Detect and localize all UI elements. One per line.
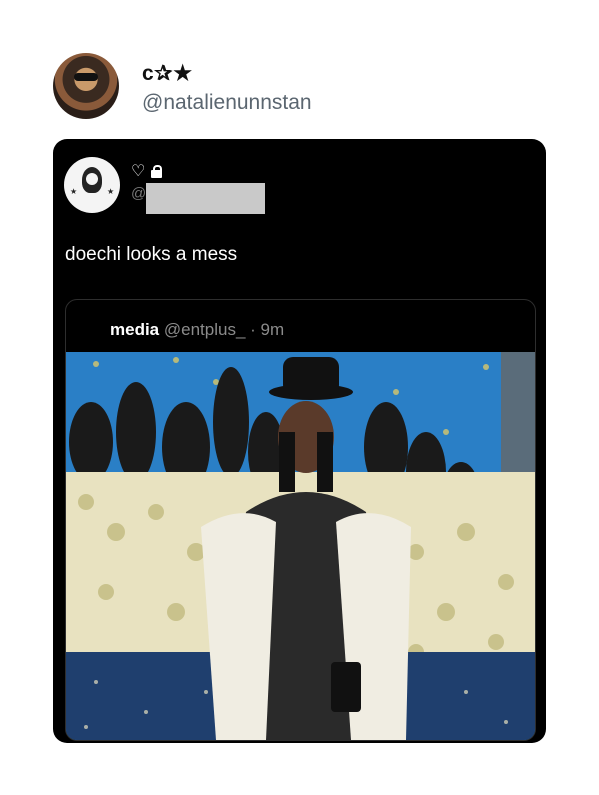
- lock-icon: [151, 165, 163, 178]
- embed-meta: media @entplus_ · 9m: [110, 320, 284, 340]
- redacted-handle-block: [146, 183, 265, 214]
- quoted-name-icons: ♡: [131, 161, 163, 181]
- embed-photo[interactable]: [66, 352, 535, 740]
- quoted-avatar[interactable]: ★ ★: [64, 157, 120, 213]
- heart-icon: ♡: [131, 163, 146, 180]
- embed-source-name[interactable]: media: [110, 320, 159, 339]
- quoted-tweet-card[interactable]: ★ ★ ♡ @ doechi looks a mess media @entplu…: [53, 139, 546, 743]
- quoted-tweet-text: doechi looks a mess: [65, 244, 238, 265]
- embed-timestamp: · 9m: [250, 320, 285, 339]
- quoted-handle[interactable]: @: [131, 185, 146, 202]
- display-name[interactable]: c✰★: [142, 61, 193, 86]
- author-handle[interactable]: @natalienunnstan: [142, 91, 312, 115]
- embedded-tweet[interactable]: media @entplus_ · 9m: [65, 299, 536, 741]
- tweet-author: c✰★ @natalienunnstan: [53, 53, 533, 123]
- embed-source-handle[interactable]: @entplus_: [164, 320, 246, 339]
- avatar[interactable]: [53, 53, 119, 119]
